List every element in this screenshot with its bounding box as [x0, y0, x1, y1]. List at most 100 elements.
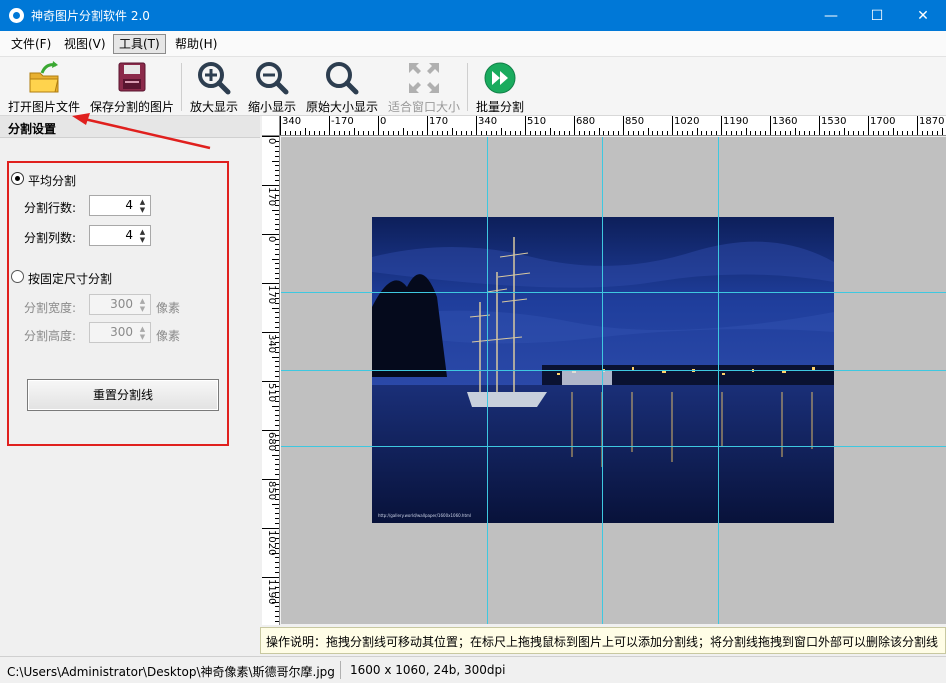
ruler-tick: [275, 248, 279, 250]
ruler-tick: [907, 131, 909, 135]
ruler-tick: [544, 131, 546, 135]
ruler-tick: [275, 273, 279, 275]
ruler-tick: [632, 131, 634, 135]
ruler-tick: [275, 376, 279, 378]
menu-tools[interactable]: 工具(T): [113, 34, 166, 54]
ruler-top-label: 170: [429, 116, 449, 127]
ruler-tick: [480, 131, 482, 135]
ruler-top-label: 1020: [674, 116, 700, 127]
close-button[interactable]: ✕: [900, 0, 946, 31]
ruler-tick: [275, 591, 279, 593]
batch-split-label: 批量分割: [475, 100, 524, 114]
ruler-tick: [275, 434, 279, 436]
menu-view[interactable]: 视图(V): [59, 34, 111, 54]
split-line-vertical[interactable]: [487, 137, 488, 624]
up-arrow-icon[interactable]: ▲: [138, 325, 147, 333]
fit-window-button[interactable]: 适合窗口大小: [386, 59, 462, 115]
fixed-split-label: 按固定尺寸分割: [28, 272, 113, 286]
zoom-in-button[interactable]: 放大显示: [188, 59, 240, 115]
ruler-tick: [789, 131, 791, 135]
horizontal-ruler[interactable]: 340 -170 0 170 340 510 680 850 1020 1190 1360 1530 1…: [280, 116, 946, 136]
ruler-tick: [314, 131, 316, 135]
ruler-tick: [275, 415, 279, 417]
width-stepper[interactable]: 300 ▲ ▼: [89, 294, 151, 315]
toolbar-separator: [467, 63, 468, 111]
ruler-tick: [495, 131, 497, 135]
ruler-tick: [770, 116, 771, 135]
ruler-tick: [446, 131, 448, 135]
height-label: 分割高度:: [24, 329, 77, 343]
ruler-top-label: 1190: [723, 116, 749, 127]
ruler-tick: [931, 131, 933, 135]
fixed-split-radio[interactable]: [11, 270, 24, 283]
ruler-tick: [564, 131, 566, 135]
cols-stepper[interactable]: 4 ▲ ▼: [89, 225, 151, 246]
ruler-tick: [275, 513, 279, 515]
ruler-tick: [936, 131, 938, 135]
photo-watermark: http://gallery.world/wallpaper/1600x1060…: [378, 513, 471, 518]
ruler-tick: [262, 528, 279, 529]
ruler-tick: [476, 116, 477, 135]
reset-split-lines-button[interactable]: 重置分割线: [27, 379, 219, 411]
split-line-vertical[interactable]: [602, 137, 603, 624]
split-line-horizontal[interactable]: [281, 370, 946, 371]
down-arrow-icon[interactable]: ▼: [138, 333, 147, 341]
ruler-top-label: 850: [625, 116, 645, 127]
down-arrow-icon[interactable]: ▼: [138, 236, 147, 244]
ruler-tick: [262, 185, 279, 186]
ruler-tick: [686, 131, 688, 135]
ruler-tick: [275, 459, 279, 461]
batch-split-button[interactable]: 批量分割: [474, 59, 526, 115]
ruler-tick: [534, 131, 536, 135]
maximize-button[interactable]: ☐: [854, 0, 900, 31]
ruler-top-label: 1870: [919, 116, 945, 127]
title-bar: 神奇图片分割软件 2.0 — ☐ ✕: [0, 0, 946, 31]
even-split-label: 平均分割: [28, 174, 77, 188]
menu-bar: 文件(F) 视图(V) 工具(T) 帮助(H): [0, 31, 946, 57]
ruler-tick: [275, 385, 279, 387]
split-line-horizontal[interactable]: [281, 446, 946, 447]
ruler-tick: [578, 131, 580, 135]
ruler-tick: [799, 131, 801, 135]
ruler-top-label: 1700: [870, 116, 896, 127]
ruler-tick: [515, 131, 517, 135]
menu-help[interactable]: 帮助(H): [170, 34, 222, 54]
ruler-tick: [588, 131, 590, 135]
ruler-tick: [627, 131, 629, 135]
original-size-button[interactable]: 原始大小显示: [304, 59, 380, 115]
split-line-vertical[interactable]: [718, 137, 719, 624]
status-file-path: C:\Users\Administrator\Desktop\神奇像素\斯德哥尔…: [7, 665, 335, 679]
image-canvas[interactable]: http://gallery.world/wallpaper/1600x1060…: [281, 137, 946, 624]
ruler-tick: [275, 616, 279, 618]
ruler-tick: [275, 346, 279, 348]
zoom-out-button[interactable]: 缩小显示: [246, 59, 298, 115]
even-split-radio[interactable]: [11, 172, 24, 185]
ruler-tick: [574, 116, 575, 135]
open-image-button[interactable]: 打开图片文件: [6, 59, 82, 115]
save-split-button[interactable]: 保存分割的图片: [88, 59, 176, 115]
up-arrow-icon[interactable]: ▲: [138, 228, 147, 236]
height-stepper[interactable]: 300 ▲ ▼: [89, 322, 151, 343]
menu-file[interactable]: 文件(F): [6, 34, 56, 54]
up-arrow-icon[interactable]: ▲: [138, 198, 147, 206]
ruler-tick: [272, 454, 279, 456]
ruler-tick: [272, 405, 279, 407]
ruler-tick: [637, 131, 639, 135]
ruler-tick: [858, 131, 860, 135]
ruler-tick: [294, 131, 296, 135]
down-arrow-icon[interactable]: ▼: [138, 206, 147, 214]
ruler-tick: [745, 128, 747, 135]
ruler-tick: [275, 263, 279, 265]
ruler-tick: [275, 322, 279, 324]
up-arrow-icon[interactable]: ▲: [138, 297, 147, 305]
ruler-tick: [262, 332, 279, 333]
down-arrow-icon[interactable]: ▼: [138, 305, 147, 313]
ruler-tick: [618, 131, 620, 135]
vertical-ruler[interactable]: 017001703405106808501020119013: [262, 136, 280, 625]
minimize-button[interactable]: —: [808, 0, 854, 31]
split-line-horizontal[interactable]: [281, 292, 946, 293]
ruler-tick: [275, 557, 279, 559]
ruler-tick: [275, 532, 279, 534]
ruler-tick: [275, 278, 279, 280]
rows-stepper[interactable]: 4 ▲ ▼: [89, 195, 151, 216]
